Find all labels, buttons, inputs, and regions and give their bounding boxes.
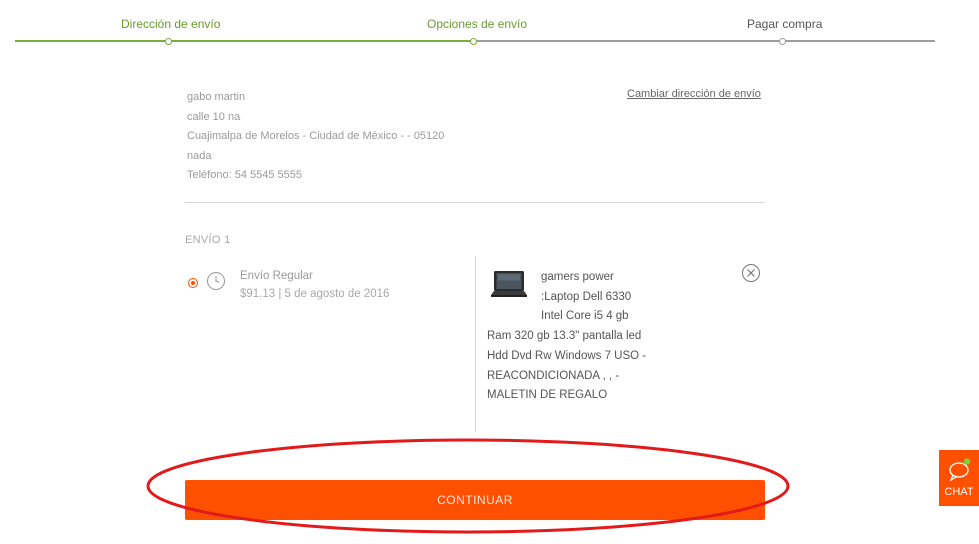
product-line-7: MALETIN DE REGALO <box>487 389 608 402</box>
phone-value: 54 5545 5555 <box>234 169 303 181</box>
address-reference: nada <box>187 149 212 162</box>
product-description: gamers power :Laptop Dell 6330 Intel Cor… <box>487 268 687 406</box>
product-line-6: REACONDICIONADA , , - <box>487 369 620 382</box>
shipping-option-detail: $91.13 | 5 de agosto de 2016 <box>240 288 390 300</box>
step-shipping-address[interactable]: Dirección de envío <box>121 17 220 31</box>
step-marker-2 <box>470 38 477 45</box>
step-pay: Pagar compra <box>747 17 823 31</box>
checkout-stepper: Dirección de envío Opciones de envío Pag… <box>0 0 979 48</box>
section-divider <box>185 202 765 203</box>
product-line-1: gamers power <box>541 271 614 283</box>
address-city: Cuajimalpa de Morelos - Ciudad de México… <box>187 130 445 142</box>
chat-label: CHAT <box>944 486 974 498</box>
address-street: calle 10 na <box>187 110 241 123</box>
product-line-5: Hdd Dvd Rw Windows 7 USO - <box>487 349 647 362</box>
shipment-title: ENVÍO 1 <box>185 234 231 246</box>
continue-button[interactable]: CONTINUAR <box>185 480 765 520</box>
address-name: gabo martin <box>187 91 246 103</box>
shipping-option-name: Envío Regular <box>240 270 313 282</box>
product-line-3: Intel Core i5 4 gb <box>541 310 629 323</box>
clock-icon <box>207 272 225 290</box>
product-line-2: :Laptop Dell 6330 <box>541 290 632 303</box>
step-marker-1 <box>165 38 172 45</box>
step-shipping-options: Opciones de envío <box>427 17 528 31</box>
change-address-link[interactable]: Cambiar dirección de envío <box>627 88 761 100</box>
chat-bubble-icon <box>949 458 971 482</box>
close-icon[interactable] <box>741 263 761 283</box>
progress-line-done <box>15 40 473 42</box>
shipping-option-radio[interactable] <box>188 278 198 288</box>
product-line-4: Ram 320 gb 13.3" pantalla led <box>487 330 642 343</box>
chat-button[interactable]: CHAT <box>939 450 979 506</box>
phone-label: Teléfono: <box>187 169 232 181</box>
vertical-divider <box>475 256 476 432</box>
shipping-address: gabo martin calle 10 na Cuajimalpa de Mo… <box>187 88 444 186</box>
address-phone-row: Teléfono: 54 5545 5555 <box>187 166 444 186</box>
step-marker-3 <box>779 38 786 45</box>
progress-line-pending <box>473 40 935 42</box>
